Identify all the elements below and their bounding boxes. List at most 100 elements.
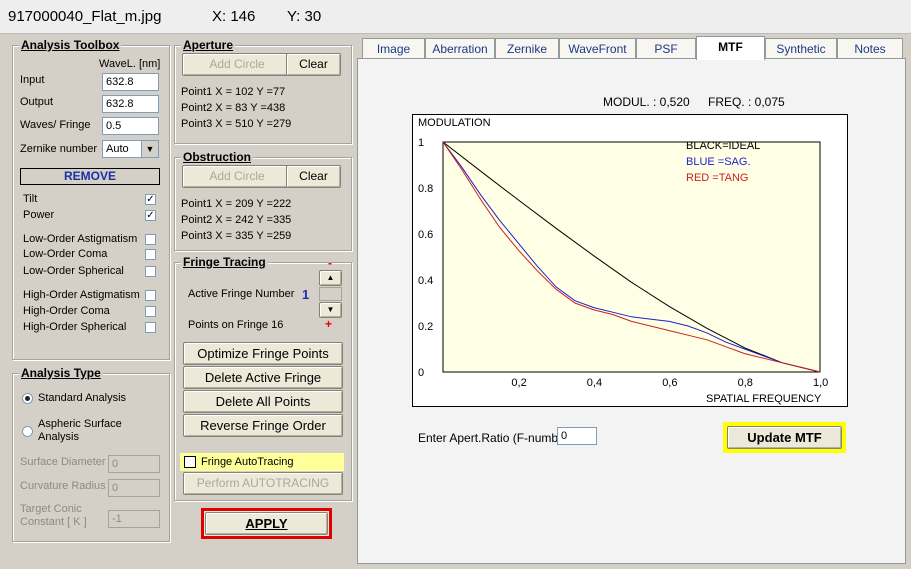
- aperture-point-1: Point1 X = 102 Y =77: [181, 86, 286, 98]
- aperture-add-circle-button[interactable]: Add Circle: [182, 53, 292, 76]
- perform-autotracing-button[interactable]: Perform AUTOTRACING: [183, 472, 343, 495]
- obstruction-clear-button[interactable]: Clear: [286, 165, 341, 188]
- wavelength-header: WaveL. [nm]: [99, 58, 161, 70]
- aspheric-label-line1: Aspheric Surface: [38, 418, 122, 430]
- y-coordinate: Y: 30: [287, 8, 322, 25]
- chevron-down-icon[interactable]: ▼: [141, 141, 158, 157]
- aperture-title: Aperture: [181, 38, 236, 52]
- low-spherical-checkbox[interactable]: [145, 266, 156, 277]
- analysis-toolbox-title: Analysis Toolbox: [19, 38, 122, 52]
- autotracing-checkbox[interactable]: [184, 456, 196, 468]
- aspheric-analysis-radio[interactable]: [22, 426, 33, 437]
- y-axis-label: MODULATION: [418, 117, 491, 129]
- waves-fringe-label: Waves/ Fringe: [20, 119, 91, 131]
- update-mtf-button[interactable]: Update MTF: [727, 426, 842, 449]
- high-astigmatism-checkbox[interactable]: [145, 290, 156, 301]
- input-wavelength-field[interactable]: [102, 73, 159, 91]
- arrow-up-icon: ▲: [326, 273, 335, 282]
- low-astigmatism-label: Low-Order Astigmatism: [23, 233, 138, 245]
- low-spherical-label: Low-Order Spherical: [23, 265, 124, 277]
- delete-all-points-button[interactable]: Delete All Points: [183, 390, 343, 413]
- obstruction-add-circle-button[interactable]: Add Circle: [182, 165, 292, 188]
- standard-analysis-radio[interactable]: [22, 393, 33, 404]
- target-conic-field[interactable]: [108, 510, 160, 528]
- y-tick-label: 0.4: [418, 275, 433, 287]
- aperture-point-2: Point2 X = 83 Y =438: [181, 102, 286, 114]
- tilt-label: Tilt: [23, 193, 38, 205]
- frequency-readout: FREQ. : 0,075: [708, 95, 785, 109]
- active-fringe-value: 1: [302, 287, 310, 302]
- x-tick-label: 0,8: [738, 377, 753, 389]
- file-name: 917000040_Flat_m.jpg: [8, 8, 162, 25]
- high-coma-checkbox[interactable]: [145, 306, 156, 317]
- delete-active-fringe-button[interactable]: Delete Active Fringe: [183, 366, 343, 389]
- aperture-clear-button[interactable]: Clear: [286, 53, 341, 76]
- high-astigmatism-label: High-Order Astigmatism: [23, 289, 140, 301]
- output-label: Output: [20, 96, 54, 108]
- high-coma-label: High-Order Coma: [23, 305, 110, 317]
- tilt-checkbox[interactable]: ✓: [145, 194, 156, 205]
- x-tick-label: 1,0: [813, 377, 828, 389]
- plot-area: [442, 141, 821, 373]
- power-checkbox[interactable]: ✓: [145, 210, 156, 221]
- tab-mtf[interactable]: MTF: [696, 36, 765, 60]
- obstruction-point-1: Point1 X = 209 Y =222: [181, 198, 292, 210]
- obstruction-point-2: Point2 X = 242 Y =335: [181, 214, 292, 226]
- low-astigmatism-checkbox[interactable]: [145, 234, 156, 245]
- tab-aberration[interactable]: Aberration: [425, 38, 495, 58]
- plus-indicator: +: [325, 317, 333, 331]
- surface-diameter-label: Surface Diameter: [20, 456, 106, 468]
- output-wavelength-field[interactable]: [102, 95, 159, 113]
- aperture-ratio-label: Enter Apert.Ratio (F-number): [418, 431, 573, 445]
- zernike-number-select[interactable]: Auto ▼: [102, 140, 159, 158]
- legend-sag: BLUE =SAG.: [686, 156, 751, 168]
- fringe-scroll-track[interactable]: [319, 287, 342, 301]
- low-coma-label: Low-Order Coma: [23, 248, 108, 260]
- y-tick-label: 0.2: [418, 321, 433, 333]
- tab-zernike[interactable]: Zernike: [495, 38, 559, 58]
- curvature-radius-label: Curvature Radius: [20, 480, 106, 492]
- y-tick-label: 0.6: [418, 229, 433, 241]
- tab-notes[interactable]: Notes: [837, 38, 903, 58]
- x-tick-label: 0,2: [511, 377, 526, 389]
- x-axis-label: SPATIAL FREQUENCY: [706, 393, 822, 405]
- fringe-down-button[interactable]: ▼: [319, 302, 342, 318]
- x-coordinate: X: 146: [212, 8, 256, 25]
- high-spherical-label: High-Order Spherical: [23, 321, 127, 333]
- curvature-radius-field[interactable]: [108, 479, 160, 497]
- x-tick-label: 0,4: [587, 377, 602, 389]
- apply-button[interactable]: APPLY: [205, 512, 328, 535]
- tab-synthetic[interactable]: Synthetic: [765, 38, 837, 58]
- legend-ideal: BLACK=IDEAL: [686, 140, 760, 152]
- fringe-tracing-title: Fringe Tracing: [181, 255, 268, 269]
- y-tick-label: 1: [418, 137, 424, 149]
- fringe-up-button[interactable]: ▲: [319, 270, 342, 286]
- aperture-point-3: Point3 X = 510 Y =279: [181, 118, 292, 130]
- optimize-fringe-points-button[interactable]: Optimize Fringe Points: [183, 342, 343, 365]
- y-tick-label: 0: [418, 367, 424, 379]
- x-tick-label: 0,6: [662, 377, 677, 389]
- points-on-fringe-label: Points on Fringe 16: [188, 319, 284, 331]
- input-label: Input: [20, 74, 45, 86]
- target-conic-label-line2: Constant [ K ]: [20, 516, 87, 528]
- target-conic-label-line1: Target Conic: [20, 503, 82, 515]
- low-coma-checkbox[interactable]: [145, 249, 156, 260]
- obstruction-point-3: Point3 X = 335 Y =259: [181, 230, 292, 242]
- waves-fringe-field[interactable]: [102, 117, 159, 135]
- high-spherical-checkbox[interactable]: [145, 322, 156, 333]
- tab-image[interactable]: Image: [362, 38, 425, 58]
- aperture-ratio-field[interactable]: [557, 427, 597, 445]
- power-label: Power: [23, 209, 55, 221]
- surface-diameter-field[interactable]: [108, 455, 160, 473]
- reverse-fringe-order-button[interactable]: Reverse Fringe Order: [183, 414, 343, 437]
- modulation-readout: MODUL. : 0,520: [603, 95, 690, 109]
- autotracing-label: Fringe AutoTracing: [201, 456, 294, 468]
- obstruction-title: Obstruction: [181, 150, 253, 164]
- legend-tang: RED =TANG: [686, 172, 748, 184]
- title-bar: 917000040_Flat_m.jpg X: 146 Y: 30: [0, 0, 911, 34]
- mtf-chart[interactable]: 0 0.2 0.4 0.6 0.8 1 0,2 0,4 0,6 0,8 1,0 MODULATIO…: [412, 114, 848, 407]
- zernike-number-value: Auto: [106, 143, 129, 155]
- tab-wavefront[interactable]: WaveFront: [559, 38, 636, 58]
- remove-button[interactable]: REMOVE: [20, 168, 160, 185]
- tab-psf[interactable]: PSF: [636, 38, 696, 58]
